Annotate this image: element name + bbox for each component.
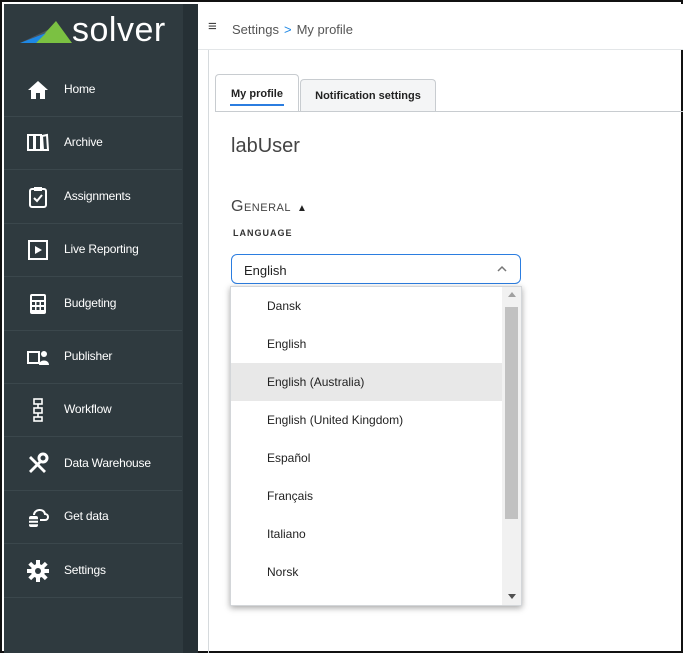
- brand-name: solver: [72, 11, 166, 49]
- language-option[interactable]: Italiano: [231, 515, 502, 553]
- sidebar-item-label: Settings: [64, 562, 106, 577]
- sidebar-item-label: Archive: [64, 135, 103, 150]
- breadcrumb-current: My profile: [296, 22, 353, 37]
- tools-icon: [26, 452, 50, 476]
- language-select[interactable]: English: [231, 254, 521, 284]
- sidebar-item-label: Data Warehouse: [64, 455, 151, 470]
- archive-icon: [26, 131, 50, 155]
- language-option[interactable]: English (United Kingdom): [231, 401, 502, 439]
- tab-divider: [215, 111, 683, 112]
- solver-logo-icon: [20, 21, 72, 43]
- language-option[interactable]: Français: [231, 477, 502, 515]
- caret-up-icon[interactable]: ▲: [297, 203, 307, 214]
- sidebar-item-settings[interactable]: Settings: [4, 545, 182, 598]
- sidebar-item-archive[interactable]: Archive: [4, 117, 182, 171]
- breadcrumb-root[interactable]: Settings: [232, 22, 279, 37]
- topbar: ≡ Settings > My profile: [198, 4, 683, 50]
- home-icon: [26, 78, 50, 102]
- sidebar-item-live-reporting[interactable]: Live Reporting: [4, 224, 182, 278]
- page-title: labUser: [231, 135, 300, 157]
- language-option[interactable]: Norsk: [231, 553, 502, 591]
- active-tab-underline: [230, 104, 284, 106]
- breadcrumb-separator: >: [283, 22, 292, 37]
- tab-my-profile[interactable]: My profile: [215, 74, 299, 112]
- language-label: LANGUAGE: [233, 228, 293, 238]
- sidebar-gutter: [183, 4, 198, 653]
- language-dropdown: Dansk English English (Australia) Englis…: [230, 286, 522, 606]
- sidebar: solver Home Archive Assignments Live Report…: [4, 4, 198, 653]
- sidebar-item-label: Home: [64, 82, 96, 96]
- scroll-up-arrow-icon[interactable]: [508, 292, 516, 297]
- tab-notification-settings[interactable]: Notification settings: [300, 79, 436, 112]
- gear-icon: [26, 559, 50, 583]
- chevron-up-icon: [497, 265, 507, 272]
- sidebar-item-label: Assignments: [64, 188, 131, 203]
- sidebar-item-get-data[interactable]: Get data: [4, 491, 182, 545]
- sidebar-item-label: Workflow: [64, 402, 112, 417]
- workflow-icon: [26, 398, 50, 423]
- sidebar-item-label: Publisher: [64, 349, 113, 363]
- live-reporting-icon: [26, 238, 50, 262]
- sidebar-item-label: Budgeting: [64, 295, 117, 310]
- sidebar-item-label: Get data: [64, 509, 109, 524]
- logo: solver: [4, 4, 198, 56]
- calculator-icon: [26, 292, 50, 316]
- dropdown-scrollbar[interactable]: [502, 287, 521, 605]
- language-select-value: English: [244, 263, 287, 278]
- sidebar-item-assignments[interactable]: Assignments: [4, 171, 182, 224]
- sidebar-item-home[interactable]: Home: [4, 64, 182, 117]
- scrollbar-thumb[interactable]: [505, 307, 518, 519]
- section-header-general[interactable]: General ▲: [231, 198, 307, 216]
- language-option[interactable]: English: [231, 325, 502, 363]
- sidebar-item-label: Live Reporting: [64, 242, 139, 257]
- scroll-down-arrow-icon[interactable]: [508, 594, 516, 599]
- hamburger-menu-icon[interactable]: ≡: [208, 18, 217, 35]
- publisher-icon: [26, 345, 50, 369]
- sidebar-item-budgeting[interactable]: Budgeting: [4, 278, 182, 331]
- sidebar-item-publisher[interactable]: Publisher: [4, 331, 182, 384]
- app-window: solver Home Archive Assignments Live Report…: [0, 0, 683, 653]
- breadcrumb: Settings > My profile: [232, 22, 353, 37]
- tab-label: Notification settings: [315, 90, 421, 102]
- tab-label: My profile: [231, 87, 283, 100]
- language-option[interactable]: Español: [231, 439, 502, 477]
- cloud-database-icon: [26, 505, 50, 529]
- clipboard-icon: [26, 185, 50, 209]
- sidebar-item-workflow[interactable]: Workflow: [4, 384, 182, 438]
- language-option-highlighted[interactable]: English (Australia): [231, 363, 502, 401]
- language-option[interactable]: Dansk: [231, 287, 502, 325]
- sidebar-item-data-warehouse[interactable]: Data Warehouse: [4, 438, 182, 491]
- section-title: General: [231, 198, 291, 215]
